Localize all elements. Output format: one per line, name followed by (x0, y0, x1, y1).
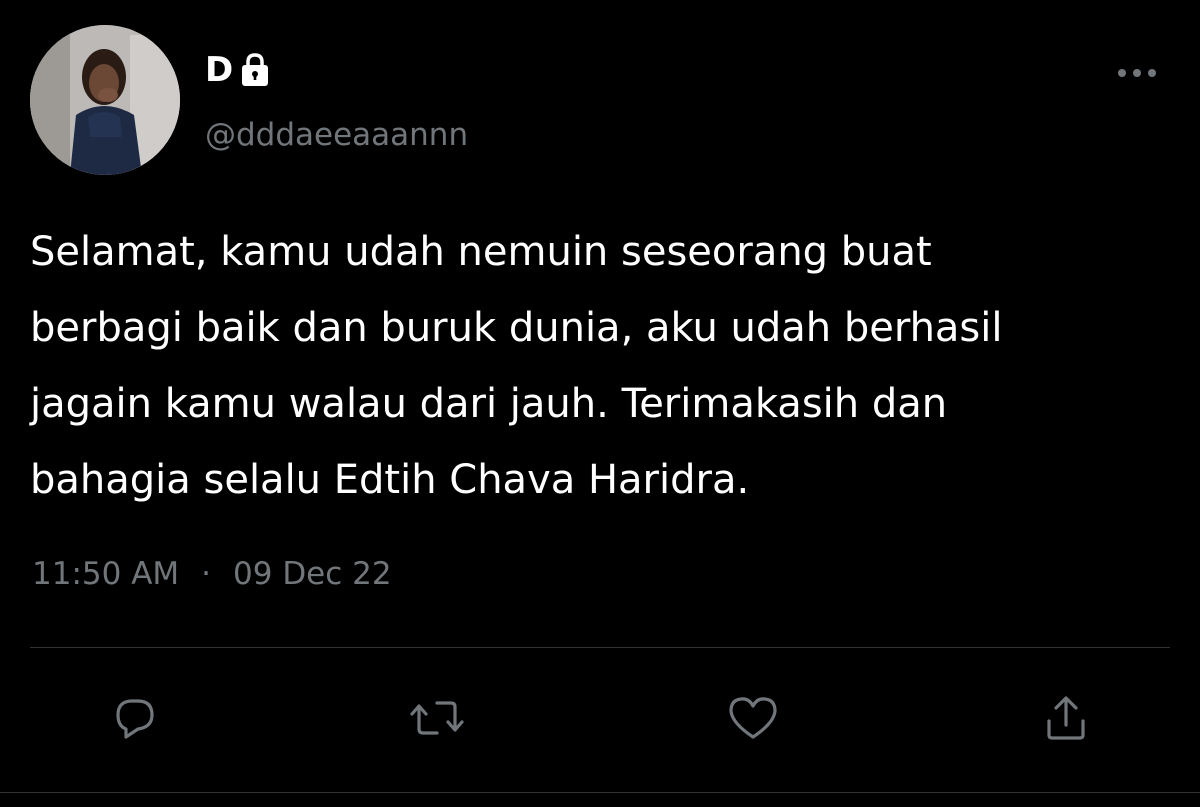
author-handle[interactable]: @dddaeeaaannn (205, 115, 468, 155)
author-name-row[interactable]: D (205, 48, 271, 92)
divider (30, 647, 1170, 648)
share-button[interactable] (1036, 688, 1096, 748)
more-button[interactable] (1112, 58, 1162, 88)
tweet-meta: 11:50 AM · 09 Dec 22 (32, 552, 392, 596)
tweet-text: Selamat, kamu udah nemuin seseorang buat… (30, 214, 1170, 518)
lock-icon (239, 52, 271, 88)
share-icon (1047, 696, 1085, 740)
reply-icon (116, 699, 154, 739)
avatar-photo (30, 25, 180, 175)
retweet-button[interactable] (407, 688, 467, 748)
tweet-text-line: jagain kamu walau dari jauh. Terimakasih… (30, 381, 948, 427)
bottom-divider (0, 792, 1200, 793)
tweet-text-line: Selamat, kamu udah nemuin seseorang buat (30, 229, 932, 275)
tweet: D @dddaeeaaannn Selamat, kamu udah nemui… (0, 0, 1200, 807)
avatar[interactable] (30, 25, 180, 175)
tweet-text-line: berbagi baik dan buruk dunia, aku udah b… (30, 305, 1003, 351)
more-horizontal-icon (1118, 69, 1156, 77)
reply-button[interactable] (105, 688, 165, 748)
tweet-date[interactable]: 09 Dec 22 (233, 552, 392, 596)
meta-separator: · (201, 556, 212, 592)
tweet-text-line: bahagia selalu Edtih Chava Haridra. (30, 457, 750, 503)
heart-icon (729, 697, 777, 739)
tweet-time[interactable]: 11:50 AM (32, 552, 179, 596)
like-button[interactable] (723, 688, 783, 748)
display-name[interactable]: D (205, 48, 233, 92)
retweet-icon (410, 701, 464, 735)
action-bar (0, 688, 1200, 748)
